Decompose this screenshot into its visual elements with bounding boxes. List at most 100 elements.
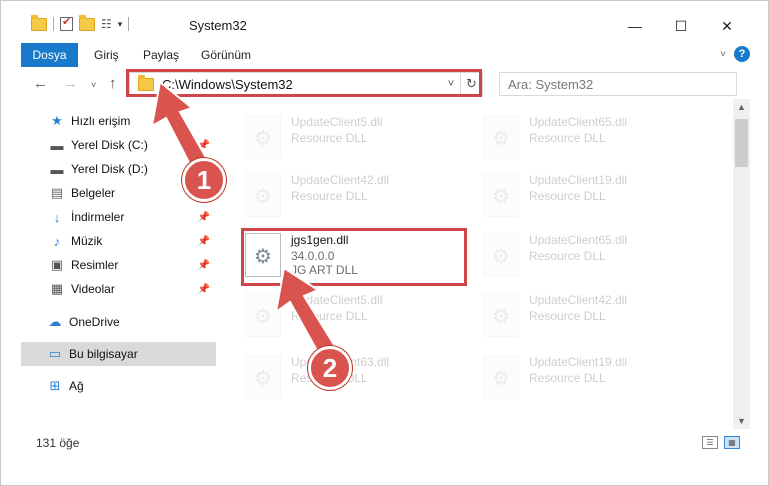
sidebar-item-label: İndirmeler: [71, 210, 125, 224]
back-arrow-icon[interactable]: ←: [33, 75, 48, 92]
file-type: Resource DLL: [529, 309, 606, 323]
list-item[interactable]: UpdateClient5.dll Resource DLL: [245, 109, 475, 165]
list-item[interactable]: UpdateClient42.dll Resource DLL: [483, 287, 713, 343]
dll-file-icon: [483, 355, 519, 399]
window-title: System32: [189, 18, 247, 33]
dll-file-icon: [245, 293, 281, 337]
divider: [128, 17, 130, 31]
file-name: UpdateClient42.dll: [291, 173, 390, 187]
sidebar-item-this-pc[interactable]: ▭ Bu bilgisayar: [21, 342, 216, 366]
sidebar-item-label: OneDrive: [69, 315, 120, 329]
list-item[interactable]: UpdateClient19.dll Resource DLL: [483, 349, 713, 405]
dll-file-icon: [483, 233, 519, 277]
scroll-up-icon[interactable]: ▲: [733, 99, 750, 115]
step-1-badge: 1: [182, 158, 226, 202]
list-item[interactable]: UpdateClient42.dll Resource DLL: [245, 167, 475, 223]
ribbon: Dosya Giriş Paylaş Görünüm ˅ ?: [21, 43, 750, 67]
sidebar-item-pictures[interactable]: ▣ Resimler 📌: [21, 253, 216, 277]
list-item[interactable]: UpdateClient65.dll Resource DLL: [483, 227, 713, 283]
scroll-down-icon[interactable]: ▼: [733, 413, 750, 429]
new-folder-icon[interactable]: [79, 14, 95, 31]
chevron-down-icon[interactable]: ▾: [118, 19, 123, 30]
dll-file-icon: [483, 115, 519, 159]
document-icon: ▤: [50, 185, 64, 200]
vertical-scrollbar[interactable]: ▲ ▼: [733, 99, 750, 429]
pin-icon[interactable]: 📌: [198, 212, 210, 223]
search-input[interactable]: Ara: System32: [499, 72, 737, 96]
download-icon: ↓: [53, 209, 61, 225]
tab-home[interactable]: Giriş: [94, 48, 119, 62]
status-bar: 131 öğe ☰ ▦: [21, 433, 750, 453]
file-name: UpdateClient5.dll: [291, 293, 383, 307]
sidebar-item-label: Videolar: [71, 282, 115, 296]
file-type: Resource DLL: [291, 189, 368, 203]
file-name: UpdateClient5.dll: [291, 115, 383, 129]
video-icon: ▦: [50, 281, 64, 296]
file-name: UpdateClient65.dll: [529, 233, 628, 247]
maximize-button[interactable]: ☐: [658, 11, 704, 41]
drive-icon: ▬: [50, 161, 64, 177]
tab-view[interactable]: Görünüm: [201, 48, 251, 62]
sidebar-item-quick-access[interactable]: ★ Hızlı erişim: [21, 109, 216, 133]
sidebar-item-label: Hızlı erişim: [71, 114, 131, 128]
file-type: Resource DLL: [529, 371, 606, 385]
music-icon: ♪: [53, 233, 61, 249]
help-icon[interactable]: ?: [734, 46, 750, 62]
navigation-pane: ★ Hızlı erişim ▬ Yerel Disk (C:) 📌 ▬ Yer…: [21, 105, 216, 425]
properties-icon[interactable]: [60, 15, 73, 31]
cloud-icon: ☁: [48, 314, 62, 329]
expand-ribbon-icon[interactable]: ˅: [720, 49, 726, 60]
sidebar-item-label: Resimler: [71, 258, 119, 272]
sidebar-item-videos[interactable]: ▦ Videolar 📌: [21, 277, 216, 301]
file-type: Resource DLL: [529, 131, 606, 145]
sidebar-item-network[interactable]: ⊞ Ağ: [21, 374, 216, 398]
recent-locations-icon[interactable]: ˅: [91, 80, 96, 90]
star-icon: ★: [51, 113, 63, 128]
file-type: Resource DLL: [529, 189, 606, 203]
large-icons-view-icon[interactable]: ▦: [724, 436, 740, 449]
list-item[interactable]: UpdateClient65.dll Resource DLL: [483, 109, 713, 165]
up-arrow-icon[interactable]: ↑: [109, 75, 117, 92]
quick-access-toolbar: ☷ ▾: [31, 14, 130, 31]
sidebar-item-local-disk-c[interactable]: ▬ Yerel Disk (C:) 📌: [21, 133, 216, 157]
sidebar-item-music[interactable]: ♪ Müzik 📌: [21, 229, 216, 253]
pin-icon[interactable]: 📌: [198, 260, 210, 271]
step-2-badge: 2: [308, 346, 352, 390]
sidebar-item-label: Yerel Disk (D:): [71, 162, 148, 176]
view-icon[interactable]: ☷: [101, 17, 112, 31]
network-icon: ⊞: [49, 378, 61, 393]
sidebar-item-label: Ağ: [69, 379, 84, 393]
pin-icon[interactable]: 📌: [198, 236, 210, 247]
minimize-button[interactable]: —: [612, 11, 658, 41]
dll-file-icon: [245, 115, 281, 159]
folder-icon: [31, 14, 47, 31]
sidebar-item-onedrive[interactable]: ☁ OneDrive: [21, 310, 216, 334]
picture-icon: ▣: [50, 257, 64, 272]
dll-file-icon: [245, 173, 281, 217]
file-type: Resource DLL: [291, 309, 368, 323]
details-view-icon[interactable]: ☰: [702, 436, 718, 449]
pin-icon[interactable]: 📌: [198, 284, 210, 295]
file-name: UpdateClient19.dll: [529, 173, 628, 187]
file-name: UpdateClient42.dll: [529, 293, 628, 307]
forward-arrow-icon[interactable]: →: [63, 75, 78, 92]
divider: [53, 17, 54, 31]
file-highlight-box: [241, 228, 467, 286]
pin-icon[interactable]: 📌: [198, 140, 210, 151]
sidebar-item-label: Müzik: [71, 234, 103, 248]
title-bar: ☷ ▾ System32 — ☐ ✕: [1, 1, 768, 43]
sidebar-item-label: Bu bilgisayar: [69, 347, 138, 361]
list-item[interactable]: UpdateClient63.dll Resource DLL: [245, 349, 475, 405]
address-highlight-box: [126, 69, 482, 97]
file-type: Resource DLL: [291, 131, 368, 145]
list-item[interactable]: UpdateClient5.dll Resource DLL: [245, 287, 475, 343]
sidebar-item-label: Yerel Disk (C:): [71, 138, 148, 152]
tab-file[interactable]: Dosya: [21, 43, 78, 67]
computer-icon: ▭: [48, 346, 62, 361]
scroll-thumb[interactable]: [735, 119, 748, 167]
close-button[interactable]: ✕: [704, 11, 750, 41]
list-item[interactable]: UpdateClient19.dll Resource DLL: [483, 167, 713, 223]
tab-share[interactable]: Paylaş: [143, 48, 179, 62]
sidebar-item-downloads[interactable]: ↓ İndirmeler 📌: [21, 205, 216, 229]
dll-file-icon: [245, 355, 281, 399]
